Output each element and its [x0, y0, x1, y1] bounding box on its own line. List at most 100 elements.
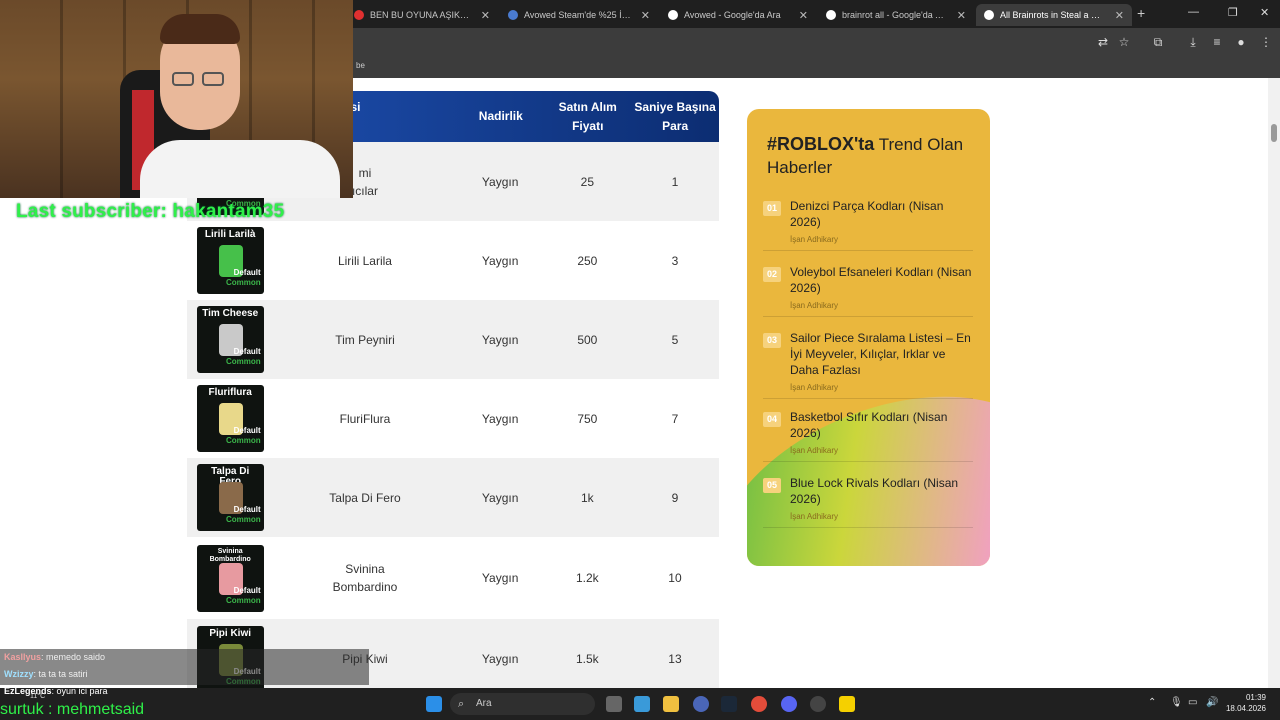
price-cell: 500	[577, 332, 598, 347]
news-headline[interactable]: Blue Lock Rivals Kodları (Nisan 2026)	[790, 475, 973, 507]
brainrot-thumbnail: Fluriflura Default Common	[196, 385, 264, 452]
reading-list-icon[interactable]: ≡	[1209, 34, 1225, 50]
chat-msg: : ta ta ta satiri	[33, 669, 88, 679]
chat-msg: : memedo saido	[41, 652, 106, 662]
col-price-header: Satın Alım Fiyatı	[558, 99, 617, 133]
news-author[interactable]: İşan Adhikary	[790, 235, 973, 244]
rarity-cell: Yaygın	[481, 332, 519, 347]
rarity-cell: Yaygın	[481, 411, 519, 426]
tab-avowed-google[interactable]: Avowed - Google'da Ara ✕	[660, 4, 816, 26]
card-title: #ROBLOX'ta Trend Olan Haberler	[767, 133, 977, 179]
brainrot-thumbnail: Tim Cheese Default Common	[196, 306, 264, 373]
app-icon[interactable]	[693, 696, 709, 712]
discord-icon[interactable]	[781, 696, 797, 712]
news-item[interactable]: 03 Sailor Piece Sıralama Listesi – En İyi…	[763, 330, 973, 399]
tab-label: brainrot all - Google'da Ara	[842, 10, 947, 20]
close-tab-icon[interactable]: ✕	[799, 9, 808, 22]
news-divider	[763, 250, 973, 251]
tab-label: All Brainrots in Steal a Brainrot	[1000, 10, 1105, 20]
price-cell: 1.5k	[576, 652, 599, 666]
page-scrollbar[interactable]	[1268, 78, 1280, 688]
col-rarity-header: Nadirlik	[478, 109, 523, 123]
streamer-shirt	[140, 140, 340, 198]
per-second-cell: 13	[668, 652, 682, 666]
news-headline[interactable]: Voleybol Efsaneleri Kodları (Nisan 2026)	[790, 264, 973, 296]
tab-label: Avowed - Google'da Ara	[684, 10, 781, 20]
close-tab-icon[interactable]: ✕	[481, 9, 490, 22]
chat-overlay: Kasllyus: memedo saido Wzizzy: ta ta ta …	[0, 649, 369, 685]
brainrot-name: Talpa Di Fero	[329, 490, 401, 505]
search-icon: ⌕	[458, 698, 465, 710]
table-row: Tim Cheese Default Common Tim Peyniri Yaygın…	[187, 300, 719, 379]
brainrot-name: Lirili Larila	[337, 253, 392, 268]
clock-date: 18.04.2026	[1225, 704, 1266, 713]
price-cell: 750	[577, 411, 598, 426]
glasses-left	[172, 72, 194, 86]
news-item[interactable]: 01 Denizci Parça Kodları (Nisan 2026) İşan…	[763, 198, 973, 251]
close-window-icon[interactable]: ✕	[1260, 6, 1269, 19]
chat-msg: : oyun ici para	[51, 686, 108, 696]
news-number-badge: 01	[763, 201, 781, 216]
last-subscriber-label: Last subscriber: hakantam35	[16, 201, 285, 222]
news-author[interactable]: İşan Adhikary	[790, 512, 973, 521]
search-placeholder: Ara	[476, 698, 492, 709]
windows-start-icon[interactable]	[426, 696, 442, 712]
thumb-title: Svinina Bombardino	[209, 547, 251, 563]
bookmark-item[interactable]: be	[356, 61, 365, 70]
news-author[interactable]: İşan Adhikary	[790, 446, 973, 455]
calculator-icon[interactable]	[634, 696, 650, 712]
brainrot-thumbnail: Talpa Di FeroDefaultCommon	[196, 464, 264, 531]
close-tab-icon[interactable]: ✕	[957, 9, 966, 22]
webcam-overlay	[0, 0, 353, 198]
sticky-notes-icon[interactable]	[839, 696, 855, 712]
news-item[interactable]: 04 Basketbol Sıfır Kodları (Nisan 2026) İş…	[763, 409, 973, 462]
chrome-icon[interactable]	[751, 696, 767, 712]
obs-icon[interactable]	[810, 696, 826, 712]
extensions-icon[interactable]: ⧉	[1150, 34, 1166, 50]
brainrot-name: Tim Peyniri	[335, 332, 395, 347]
maximize-icon[interactable]: ❐	[1228, 6, 1238, 19]
news-item[interactable]: 05 Blue Lock Rivals Kodları (Nisan 2026) İ…	[763, 475, 973, 528]
news-item[interactable]: 02 Voleybol Efsaneleri Kodları (Nisan 202…	[763, 264, 973, 317]
profile-avatar-icon[interactable]: ●	[1233, 34, 1249, 50]
download-icon[interactable]: ⤓	[1185, 34, 1201, 50]
minimize-icon[interactable]: —	[1188, 6, 1199, 18]
menu-kebab-icon[interactable]: ⋮	[1258, 34, 1274, 50]
tab-avowed-steam[interactable]: Avowed Steam'de %25 İndirimli ✕	[500, 4, 658, 26]
brainrot-name: Svinina Bombardino	[332, 562, 398, 594]
news-headline[interactable]: Basketbol Sıfır Kodları (Nisan 2026)	[790, 409, 973, 441]
taskbar-clock[interactable]: 01:39 18.04.2026	[1226, 692, 1266, 714]
card-title-hashtag: #ROBLOX'ta	[767, 134, 875, 154]
news-author[interactable]: İşan Adhikary	[790, 383, 973, 392]
task-view-icon[interactable]	[606, 696, 622, 712]
microphone-icon[interactable]: 🎙	[1170, 697, 1183, 708]
news-headline[interactable]: Denizci Parça Kodları (Nisan 2026)	[790, 198, 973, 230]
tab-all-brainrots[interactable]: All Brainrots in Steal a Brainrot ✕	[976, 4, 1132, 26]
news-headline[interactable]: Sailor Piece Sıralama Listesi – En İyi M…	[790, 330, 973, 378]
close-tab-icon[interactable]: ✕	[1115, 9, 1124, 22]
scrollbar-thumb[interactable]	[1271, 124, 1277, 142]
network-icon[interactable]: ▭	[1188, 697, 1197, 708]
news-number-badge: 05	[763, 478, 781, 493]
tab-ben-bu-oyuna[interactable]: BEN BU OYUNA AŞIK OLURUM ✕	[346, 4, 498, 26]
per-second-cell: 7	[671, 411, 679, 426]
news-author[interactable]: İşan Adhikary	[790, 301, 973, 310]
streamer-hair	[160, 14, 240, 44]
chat-line: Kasllyus: memedo saido	[4, 652, 105, 662]
glasses-right	[202, 72, 224, 86]
new-tab-button[interactable]: +	[1137, 5, 1145, 21]
brainrot-thumbnail: Svinina Bombardino Default Common	[196, 544, 264, 612]
thumb-title: Tim Cheese	[202, 308, 259, 319]
tab-brainrot-google[interactable]: brainrot all - Google'da Ara ✕	[818, 4, 974, 26]
close-tab-icon[interactable]: ✕	[641, 9, 650, 22]
rarity-cell: Yaygın	[481, 652, 519, 666]
steam-icon[interactable]	[721, 696, 737, 712]
bookmark-star-icon[interactable]: ☆	[1116, 34, 1132, 50]
file-explorer-icon[interactable]	[663, 696, 679, 712]
taskbar-search[interactable]: ⌕ Ara	[450, 693, 595, 715]
chevron-up-icon[interactable]: ⌃	[1148, 697, 1156, 708]
rarity-cell: Yaygın	[481, 571, 519, 585]
volume-icon[interactable]: 🔊	[1206, 697, 1218, 708]
thumb-common-badge: Common	[226, 278, 261, 287]
translate-icon[interactable]: ⇄	[1095, 34, 1111, 50]
